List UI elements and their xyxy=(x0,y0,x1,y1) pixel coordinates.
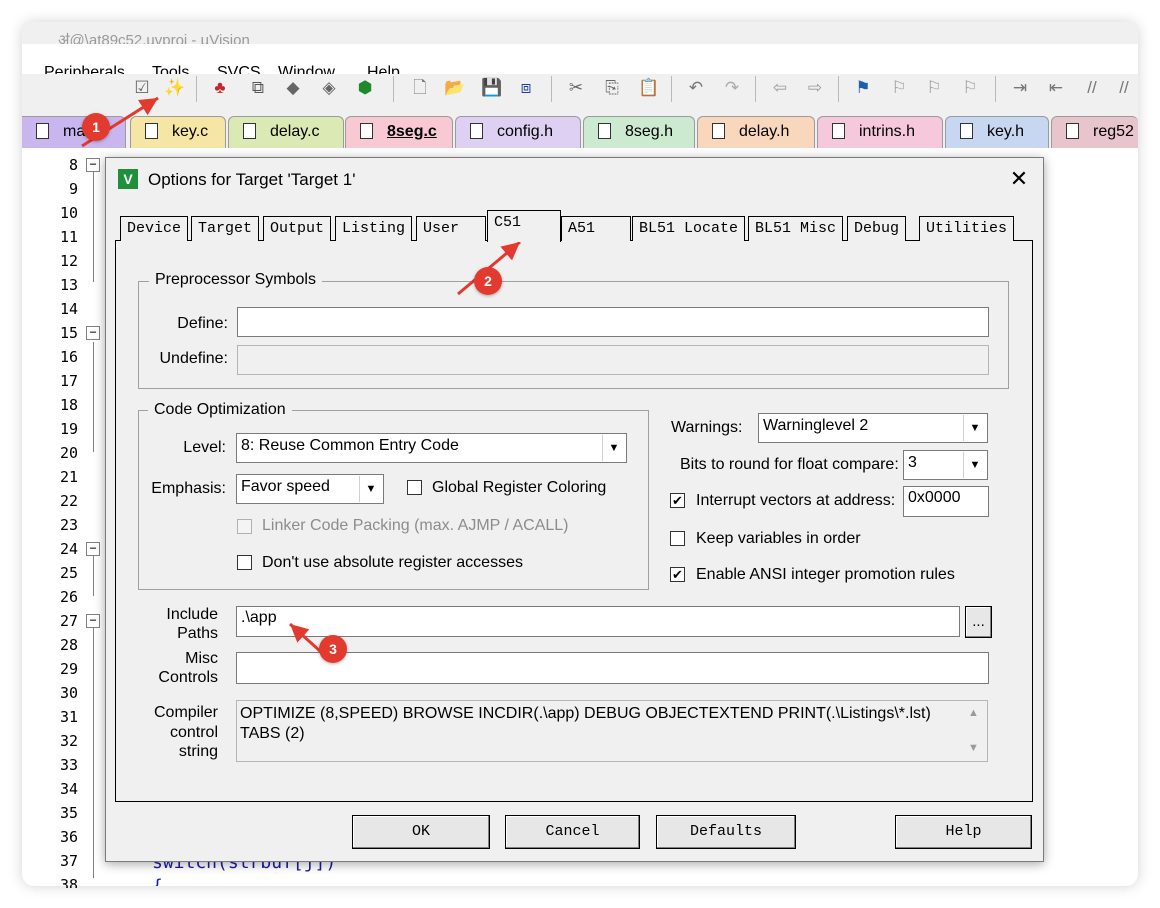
annotation-badge-1: 1 xyxy=(82,113,110,141)
annotation-badge-3: 3 xyxy=(319,635,347,663)
annotation-badge-2: 2 xyxy=(474,267,502,295)
tab-c51[interactable]: C51 xyxy=(487,210,561,242)
annotation-arrows xyxy=(81,96,521,662)
